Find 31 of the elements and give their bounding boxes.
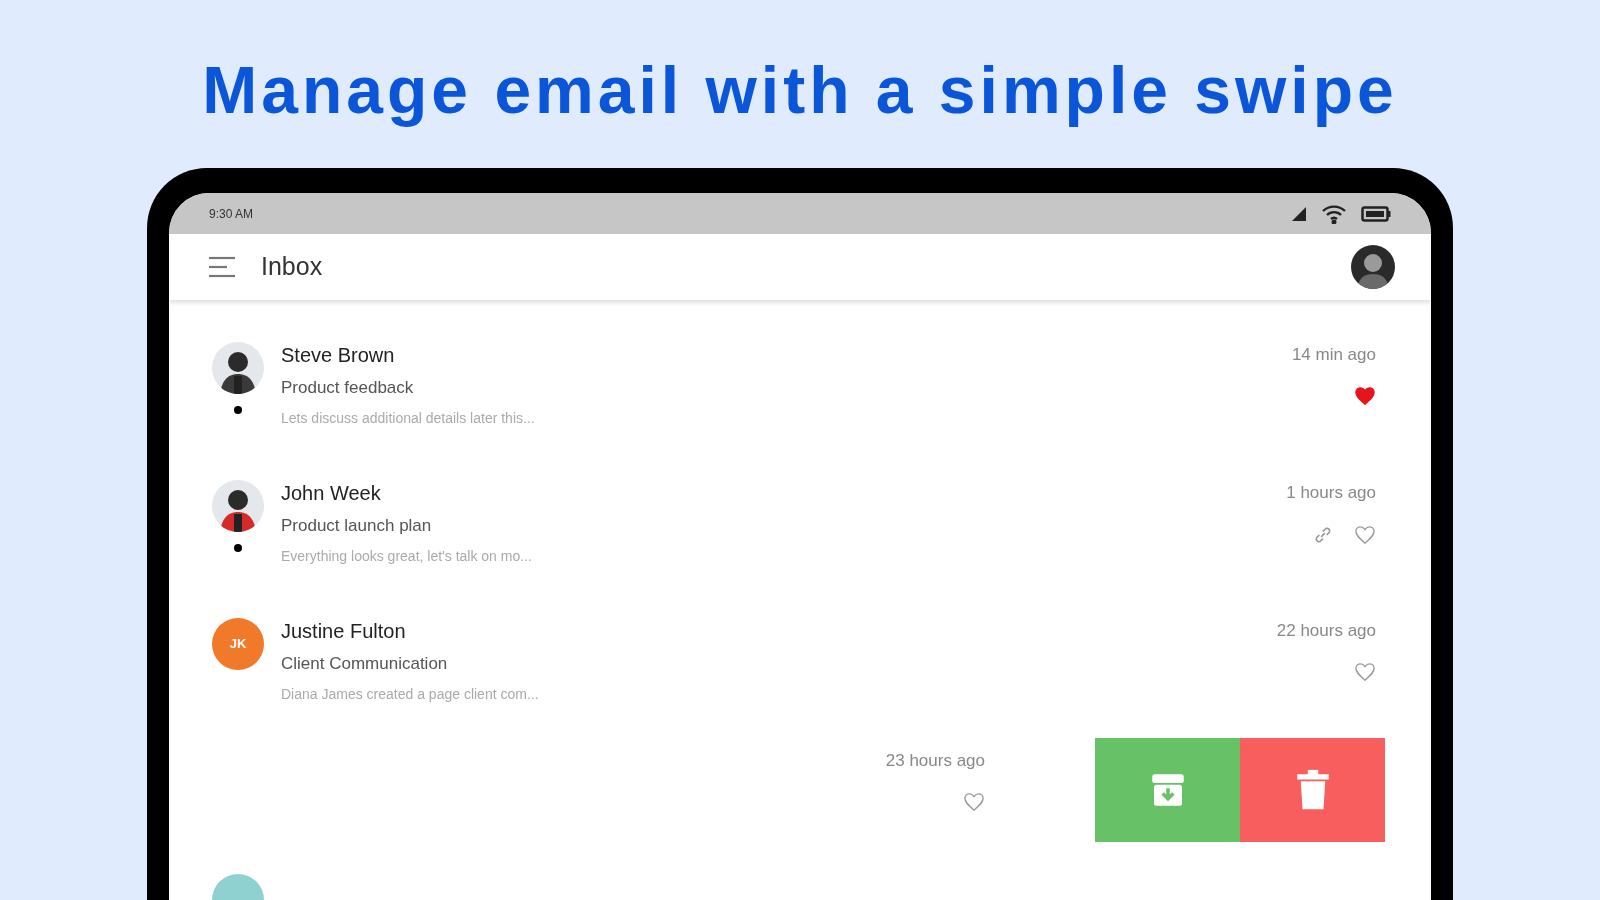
- wifi-icon: [1321, 203, 1347, 224]
- preview-text: Everything looks great, let's talk on mo...: [281, 547, 533, 565]
- timestamp: 14 min ago: [1291, 344, 1376, 366]
- sender-name: Steve Brown: [281, 343, 396, 368]
- menu-icon[interactable]: [207, 255, 237, 279]
- subject: Product feedback: [281, 377, 415, 399]
- heart-icon[interactable]: [1354, 386, 1376, 406]
- timestamp: 22 hours ago: [1276, 620, 1376, 642]
- timestamp: 1 hours ago: [1286, 482, 1376, 504]
- trash-icon: [1294, 769, 1331, 811]
- sender-name: John Week: [281, 481, 382, 506]
- subject: Client Communication: [281, 653, 449, 675]
- timestamp: 23 hours ago: [885, 750, 985, 772]
- sender-name: Justine Fulton: [281, 619, 407, 644]
- message-row[interactable]: Steve Brown Product feedback Lets discuss additional details later this... 14 min ago: [169, 304, 1431, 442]
- archive-button[interactable]: [1095, 738, 1240, 842]
- subject: Product launch plan: [281, 515, 433, 537]
- status-time: 9:30 AM: [209, 205, 254, 223]
- heart-icon[interactable]: [1354, 662, 1376, 682]
- battery-icon: [1361, 205, 1391, 222]
- headline: Manage email with a simple swipe: [202, 52, 1398, 129]
- app-bar-title: Inbox: [261, 251, 323, 283]
- preview-text: Lets discuss additional details later this...: [281, 409, 536, 427]
- avatar: JK: [212, 618, 264, 670]
- preview-text: Diana James created a page client com...: [281, 685, 540, 703]
- heart-icon[interactable]: [963, 792, 985, 812]
- signal-icon: [1291, 205, 1307, 222]
- message-row[interactable]: John Week Product launch plan Everything looks great, let's talk on mo... 1 hours ago: [169, 442, 1431, 580]
- message-row[interactable]: JK Justine Fulton Client Communication Diana James created a page client com... 22 hours ago: [169, 580, 1431, 718]
- heart-icon[interactable]: [1354, 525, 1376, 545]
- delete-button[interactable]: [1240, 738, 1385, 842]
